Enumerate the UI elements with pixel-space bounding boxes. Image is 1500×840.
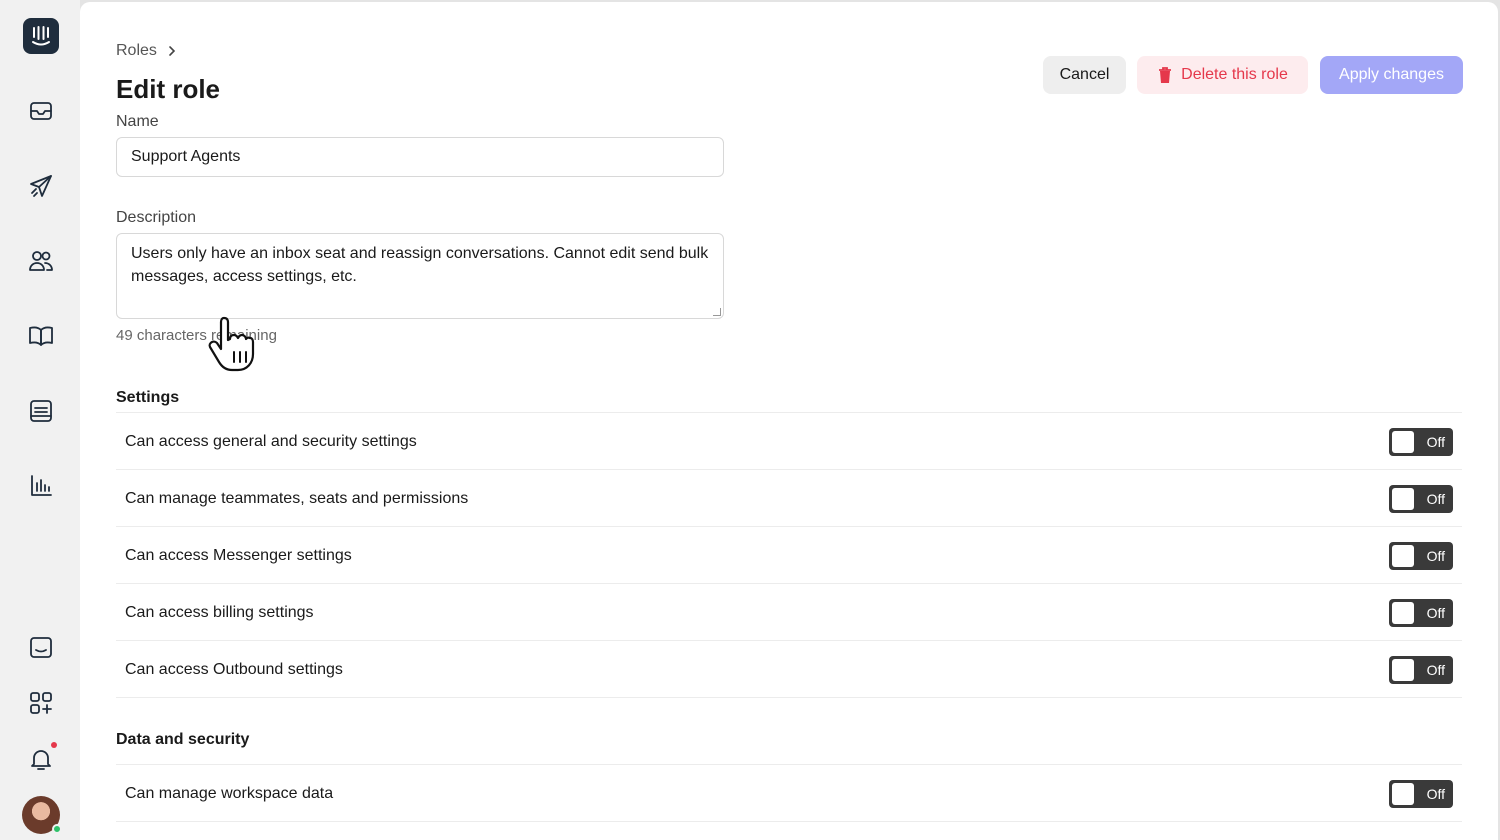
settings-section-title: Settings xyxy=(116,389,180,406)
toggle-state: Off xyxy=(1426,604,1445,621)
cancel-button[interactable]: Cancel xyxy=(1043,56,1126,94)
toggle-state: Off xyxy=(1426,785,1445,802)
articles-nav-button[interactable] xyxy=(20,315,62,357)
permission-toggle[interactable]: Off xyxy=(1389,655,1453,684)
contacts-icon xyxy=(29,251,53,271)
permission-label: Can access billing settings xyxy=(125,603,314,621)
name-input-value: Support Agents xyxy=(131,148,241,165)
toggle-knob xyxy=(1392,601,1414,624)
sidebar xyxy=(0,0,80,840)
permission-toggle[interactable]: Off xyxy=(1389,484,1453,513)
permission-toggle[interactable]: Off xyxy=(1389,427,1453,456)
description-textarea[interactable]: Users only have an inbox seat and reassi… xyxy=(116,233,724,319)
apps-nav-button[interactable] xyxy=(20,682,62,724)
delete-role-button[interactable]: Delete this role xyxy=(1137,56,1308,94)
description-label: Description xyxy=(116,209,197,226)
permission-row: Can access billing settings Off xyxy=(116,585,1462,641)
apps-icon xyxy=(30,692,52,714)
toggle-state: Off xyxy=(1426,490,1445,507)
permission-row: Can access Outbound settings Off xyxy=(116,642,1462,698)
contacts-nav-button[interactable] xyxy=(20,240,62,282)
toggle-state: Off xyxy=(1426,433,1445,450)
toggle-knob xyxy=(1392,544,1414,567)
permission-toggle[interactable]: Off xyxy=(1389,598,1453,627)
section-divider xyxy=(116,764,1462,765)
reports-list-nav-button[interactable] xyxy=(20,390,62,432)
permission-label: Can access Messenger settings xyxy=(125,546,352,564)
notification-dot xyxy=(51,742,57,748)
section-divider xyxy=(116,412,1462,413)
permission-toggle[interactable]: Off xyxy=(1389,779,1453,808)
breadcrumb-roles-link[interactable]: Roles xyxy=(116,42,157,60)
articles-icon xyxy=(29,326,53,346)
inbox-icon xyxy=(30,102,52,120)
messenger-icon xyxy=(30,637,52,658)
online-status-dot xyxy=(52,824,62,834)
permission-row: Can manage workspace data Off xyxy=(116,766,1462,822)
toggle-knob xyxy=(1392,430,1414,453)
main-panel: Roles Edit role Cancel Delete this role … xyxy=(80,2,1498,840)
permission-row: Can access Messenger settings Off xyxy=(116,528,1462,584)
name-label: Name xyxy=(116,113,159,130)
permission-row: Can access general and security settings… xyxy=(116,414,1462,470)
permission-label: Can access Outbound settings xyxy=(125,660,343,678)
toggle-state: Off xyxy=(1426,547,1445,564)
chart-nav-button[interactable] xyxy=(20,465,62,507)
intercom-logo[interactable] xyxy=(23,18,59,54)
logo-icon xyxy=(32,26,50,46)
notifications-nav-button[interactable] xyxy=(20,738,62,780)
resize-handle[interactable] xyxy=(713,308,721,316)
reports-list-icon xyxy=(30,400,52,422)
outbound-icon xyxy=(30,175,52,197)
permission-label: Can manage teammates, seats and permissi… xyxy=(125,489,469,507)
data-security-section-title: Data and security xyxy=(116,731,250,748)
messenger-nav-button[interactable] xyxy=(20,627,62,669)
toggle-knob xyxy=(1392,782,1414,805)
trash-icon xyxy=(1159,67,1172,83)
toggle-state: Off xyxy=(1426,661,1445,678)
name-input[interactable]: Support Agents xyxy=(116,137,724,177)
toggle-knob xyxy=(1392,487,1414,510)
chart-icon xyxy=(31,475,52,496)
page-title: Edit role xyxy=(116,74,221,104)
permission-toggle[interactable]: Off xyxy=(1389,541,1453,570)
permission-row: Can manage teammates, seats and permissi… xyxy=(116,471,1462,527)
breadcrumb: Roles xyxy=(116,42,177,60)
delete-role-label: Delete this role xyxy=(1181,66,1288,83)
bell-icon xyxy=(31,750,51,770)
toggle-knob xyxy=(1392,658,1414,681)
apply-changes-button[interactable]: Apply changes xyxy=(1320,56,1463,94)
outbound-nav-button[interactable] xyxy=(20,165,62,207)
hand-cursor-icon xyxy=(208,316,255,372)
permission-label: Can manage workspace data xyxy=(125,784,334,802)
description-textarea-value: Users only have an inbox seat and reassi… xyxy=(131,245,709,285)
permission-label: Can access general and security settings xyxy=(125,432,417,450)
inbox-nav-button[interactable] xyxy=(20,90,62,132)
chevron-right-icon xyxy=(169,46,176,56)
